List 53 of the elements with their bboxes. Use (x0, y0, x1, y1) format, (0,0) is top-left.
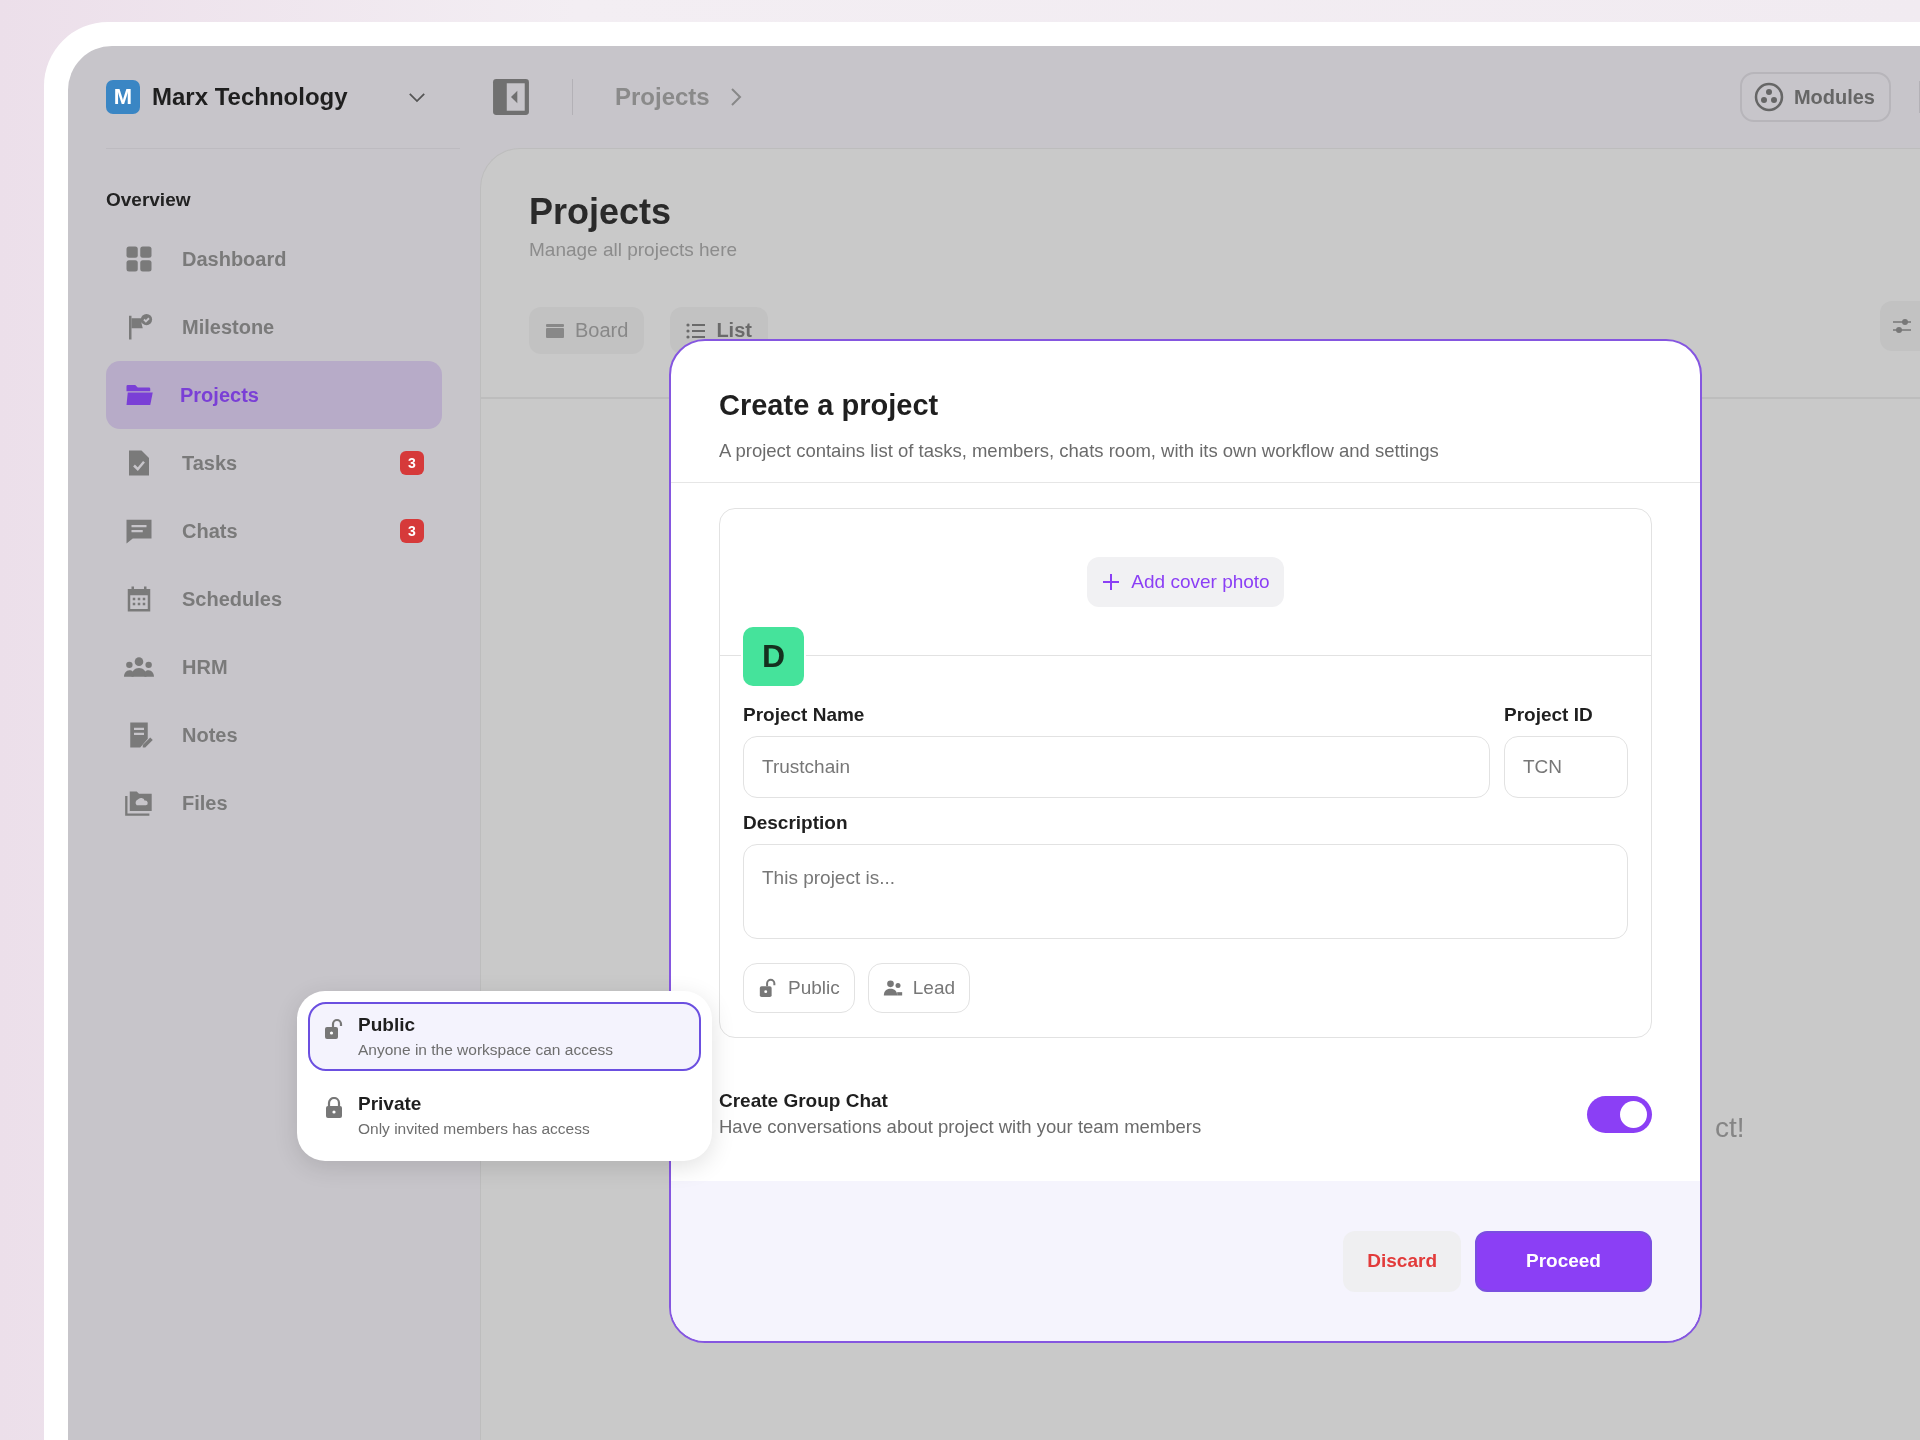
unlocked-padlock-icon (324, 1018, 344, 1040)
lead-picker-button[interactable]: Lead (867, 963, 971, 1013)
sidebar-item[interactable]: HRM (106, 633, 442, 701)
chevron-right-icon (729, 87, 742, 107)
modules-icon (1753, 82, 1784, 112)
text-field[interactable]: Trustchain (743, 736, 1490, 798)
page-subtitle: Manage all projects here (529, 239, 739, 261)
sidebar-item[interactable]: Dashboard (106, 225, 442, 293)
sidebar-item[interactable]: Files (106, 769, 442, 837)
padlock-icon (324, 1097, 344, 1119)
discard-button[interactable]: Discard (1343, 1230, 1461, 1292)
field-label: Project Name (743, 704, 866, 726)
empty-state-text: ct! (1715, 1112, 1745, 1144)
count-badge: 3 (400, 451, 424, 475)
text-field[interactable]: TCN (1504, 736, 1628, 798)
field-label: Project ID (1504, 704, 1594, 726)
menu-option[interactable]: Public Anyone in the workspace can access (308, 1002, 701, 1071)
description-field[interactable]: This project is... (743, 844, 1628, 939)
menu-option[interactable]: Private Only invited members has access (308, 1081, 701, 1150)
sidebar-item[interactable]: Projects (106, 361, 442, 429)
sidebar-item[interactable]: Schedules (106, 565, 442, 633)
page-title: Projects (529, 191, 673, 233)
unlocked-padlock-icon (758, 978, 778, 998)
proceed-button[interactable]: Proceed (1475, 1230, 1652, 1292)
toggle-switch[interactable] (1587, 1095, 1652, 1133)
dialog-title: Create a project (719, 389, 940, 422)
sliders-icon (1892, 318, 1912, 334)
visibility-button[interactable]: Public (743, 963, 855, 1013)
view-tab[interactable]: Board (529, 307, 645, 354)
files-icon (124, 788, 154, 818)
setting-title: Create Group Chat (719, 1090, 889, 1112)
list-icon (686, 322, 707, 339)
sidebar-item[interactable]: Tasks 3 (106, 429, 442, 497)
section-heading: Overview (106, 189, 192, 211)
sidebar-toggle-icon[interactable] (492, 78, 530, 116)
board-icon (545, 322, 565, 339)
setting-description: Have conversations about project with your team members (719, 1116, 1203, 1138)
sidebar-item[interactable]: Milestone (106, 293, 442, 361)
sidebar-item[interactable]: Chats 3 (106, 497, 442, 565)
workspace-logo: M (106, 80, 140, 114)
workspace-name[interactable]: Marx Technology (152, 83, 408, 111)
chevron-down-icon[interactable] (408, 91, 426, 103)
add-cover-photo-button[interactable]: Add cover photo (1087, 557, 1284, 607)
modules-button[interactable]: Modules (1739, 72, 1891, 122)
count-badge: 3 (400, 519, 424, 543)
field-label: Description (743, 812, 849, 834)
plus-icon (1101, 572, 1122, 592)
sidebar-item[interactable]: Notes (106, 701, 442, 769)
grid-icon (124, 244, 154, 274)
project-avatar[interactable]: D (743, 627, 804, 686)
dialog-description: A project contains list of tasks, members, chats room, with its own workflow and settings (719, 440, 1440, 462)
person-group-icon (882, 978, 903, 998)
breadcrumb-link[interactable]: Projects (615, 83, 710, 111)
